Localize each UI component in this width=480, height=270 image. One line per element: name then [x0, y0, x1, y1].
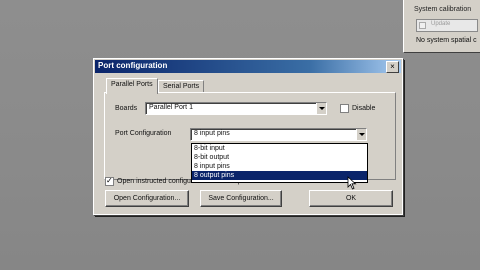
disable-checkbox[interactable]	[340, 104, 349, 113]
system-calibration-label: System calibration	[414, 6, 472, 13]
open-configuration-button[interactable]: Open Configuration...	[105, 190, 189, 207]
port-configuration-dialog: Port configuration × Parallel Ports Seri…	[93, 58, 403, 215]
boards-label: Boards	[115, 105, 138, 112]
mouse-pointer-icon	[347, 176, 357, 190]
dialog-title: Port configuration	[98, 61, 168, 70]
update-checkbox[interactable]	[419, 22, 426, 29]
ok-button-label: OK	[345, 195, 357, 202]
boards-select-value: Parallel Port 1	[149, 104, 193, 111]
dropdown-option[interactable]: 8-bit input	[192, 144, 367, 153]
tab-parallel-ports-label: Parallel Ports	[111, 81, 153, 88]
save-configuration-button-label: Save Configuration...	[208, 195, 274, 202]
open-configuration-button-label: Open Configuration...	[113, 195, 181, 202]
port-configuration-chevron-down-icon[interactable]	[356, 129, 366, 140]
ok-button[interactable]: OK	[309, 190, 393, 207]
port-configuration-select-value: 8 input pins	[194, 130, 230, 137]
calibration-status-text: No system spatial c	[416, 37, 477, 44]
disable-label: Disable	[352, 105, 376, 112]
boards-select[interactable]: Parallel Port 1	[145, 102, 327, 115]
close-button[interactable]: ×	[386, 61, 399, 73]
tab-serial-ports-label: Serial Ports	[163, 83, 200, 90]
close-icon: ×	[390, 62, 395, 71]
dropdown-option[interactable]: 8 input pins	[192, 162, 367, 171]
open-on-startup-checkbox[interactable]: ✓	[105, 176, 114, 186]
dropdown-option[interactable]: 8-bit output	[192, 153, 367, 162]
port-configuration-select[interactable]: 8 input pins	[190, 128, 367, 141]
save-configuration-button[interactable]: Save Configuration...	[200, 190, 282, 207]
update-text: Update	[431, 21, 451, 27]
port-configuration-label: Port Configuration	[115, 130, 172, 137]
calibration-update-field[interactable]: Update	[416, 19, 478, 32]
port-configuration-dropdown[interactable]: 8-bit input 8-bit output 8 input pins 8 …	[191, 143, 368, 183]
boards-chevron-down-icon[interactable]	[316, 103, 326, 114]
checkmark-icon: ✓	[106, 176, 113, 185]
tab-parallel-ports[interactable]: Parallel Ports	[106, 78, 158, 94]
dialog-titlebar[interactable]: Port configuration ×	[95, 60, 401, 73]
system-calibration-panel: System calibration Update No system spat…	[403, 0, 480, 53]
dropdown-option-selected[interactable]: 8 output pins	[192, 171, 367, 180]
